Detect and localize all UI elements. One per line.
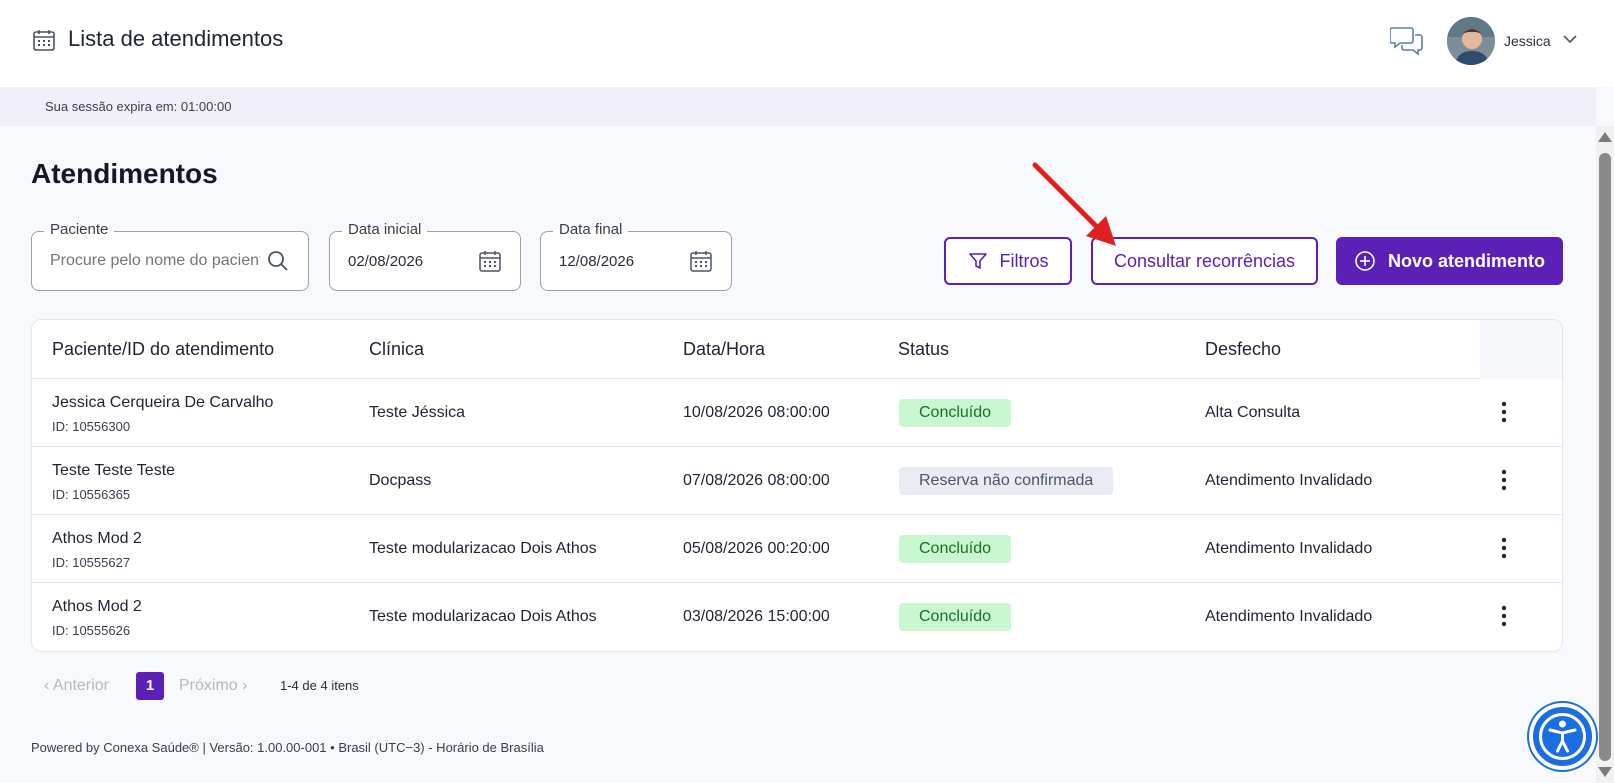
outcome-cell: Alta Consulta [1205,404,1301,421]
accessibility-icon [1539,713,1586,760]
pagination-next-label: Próximo [179,677,238,694]
clinic-cell: Teste modularizacao Dois Athos [369,540,597,557]
end-date-field[interactable]: Data final 12/08/2026 [540,221,732,291]
start-date-value[interactable]: 02/08/2026 [348,253,423,270]
consult-recurrences-label: Consultar recorrências [1113,250,1296,271]
annotation-arrow-icon [1032,162,1116,246]
pagination-info: 1-4 de 4 itens [280,678,359,693]
status-badge: Reserva não confirmada [899,467,1114,495]
consult-recurrences-button[interactable]: Consultar recorrências [1091,237,1318,285]
status-badge: Concluído [899,603,1012,631]
calendar-icon [33,30,55,51]
username[interactable]: Jessica [1504,33,1551,49]
avatar[interactable] [1447,17,1495,65]
patient-name[interactable]: Athos Mod 2 [52,598,142,616]
footer-text: Powered by Conexa Saúde® | Versão: 1.00.… [31,740,544,755]
datetime-cell: 10/08/2026 08:00:00 [683,404,830,421]
patient-search-field[interactable]: Paciente [31,221,309,291]
session-timer: Sua sessão expira em: 01:00:00 [45,99,232,114]
calendar-icon[interactable] [689,249,713,273]
calendar-icon[interactable] [478,249,502,273]
chat-icon[interactable] [1390,24,1424,58]
session-bar: Sua sessão expira em: 01:00:00 [0,87,1596,126]
pagination-prev-label: Anterior [52,677,109,694]
filter-icon [968,253,987,269]
scroll-up-arrow[interactable] [1598,132,1612,142]
chevron-right-icon: › [237,677,248,694]
table-header: Paciente/ID do atendimento Clínica Data/… [32,320,1562,379]
table-row[interactable]: Athos Mod 2 ID: 10555626 Teste modulariz… [32,583,1562,651]
page-title: Atendimentos [31,158,218,189]
header-title: Lista de atendimentos [68,26,284,51]
appointment-id: ID: 10555627 [52,555,131,570]
pagination-next[interactable]: Próximo › [179,677,247,695]
patient-name[interactable]: Jessica Cerqueira De Carvalho [52,394,273,412]
new-appointment-button[interactable]: Novo atendimento [1336,237,1563,285]
column-header-patient: Paciente/ID do atendimento [52,339,275,359]
end-date-value[interactable]: 12/08/2026 [559,253,634,270]
search-icon[interactable] [266,249,290,273]
datetime-cell: 05/08/2026 00:20:00 [683,540,830,557]
chevron-down-icon[interactable] [1562,32,1578,46]
outcome-cell: Atendimento Invalidado [1205,608,1373,625]
table-row[interactable]: Athos Mod 2 ID: 10555627 Teste modulariz… [32,515,1562,583]
end-date-legend: Data final [553,221,629,238]
table-row[interactable]: Jessica Cerqueira De Carvalho ID: 105563… [32,379,1562,447]
patient-search-input[interactable] [50,252,260,270]
status-badge: Concluído [899,535,1012,563]
accessibility-button[interactable] [1529,703,1596,770]
appointment-id: ID: 10556300 [52,419,131,434]
column-header-datetime: Data/Hora [683,339,766,359]
start-date-field[interactable]: Data inicial 02/08/2026 [329,221,521,291]
datetime-cell: 07/08/2026 08:00:00 [683,472,830,489]
scroll-thumb[interactable] [1599,153,1611,761]
plus-circle-icon [1355,251,1375,271]
patient-legend: Paciente [44,221,115,238]
start-date-legend: Data inicial [342,221,428,238]
outcome-cell: Atendimento Invalidado [1205,540,1373,557]
clinic-cell: Teste Jéssica [369,404,466,421]
more-options-icon[interactable] [1501,605,1507,627]
new-appointment-label: Novo atendimento [1387,250,1545,271]
outcome-cell: Atendimento Invalidado [1205,472,1373,489]
patient-name[interactable]: Athos Mod 2 [52,530,142,548]
appointment-id: ID: 10556365 [52,487,131,502]
patient-name[interactable]: Teste Teste Teste [52,462,175,480]
column-header-outcome: Desfecho [1205,339,1282,359]
more-options-icon[interactable] [1501,537,1507,559]
table-row[interactable]: Teste Teste Teste ID: 10556365 Docpass 0… [32,447,1562,515]
datetime-cell: 03/08/2026 15:00:00 [683,608,830,625]
more-options-icon[interactable] [1501,469,1507,491]
column-header-actions [1480,320,1562,379]
top-header: Lista de atendimentos Jessica [0,0,1614,87]
clinic-cell: Teste modularizacao Dois Athos [369,608,597,625]
pagination-page-current[interactable]: 1 [136,672,164,700]
clinic-cell: Docpass [369,472,432,489]
column-header-status: Status [898,339,950,359]
more-options-icon[interactable] [1501,401,1507,423]
scroll-down-arrow[interactable] [1598,767,1612,777]
appointments-table: Paciente/ID do atendimento Clínica Data/… [31,319,1563,652]
status-badge: Concluído [899,399,1012,427]
appointment-id: ID: 10555626 [52,623,131,638]
filters-label: Filtros [999,250,1049,271]
column-header-clinic: Clínica [369,339,425,359]
pagination-prev[interactable]: ‹ Anterior [44,677,109,695]
chevron-left-icon: ‹ [44,677,53,694]
